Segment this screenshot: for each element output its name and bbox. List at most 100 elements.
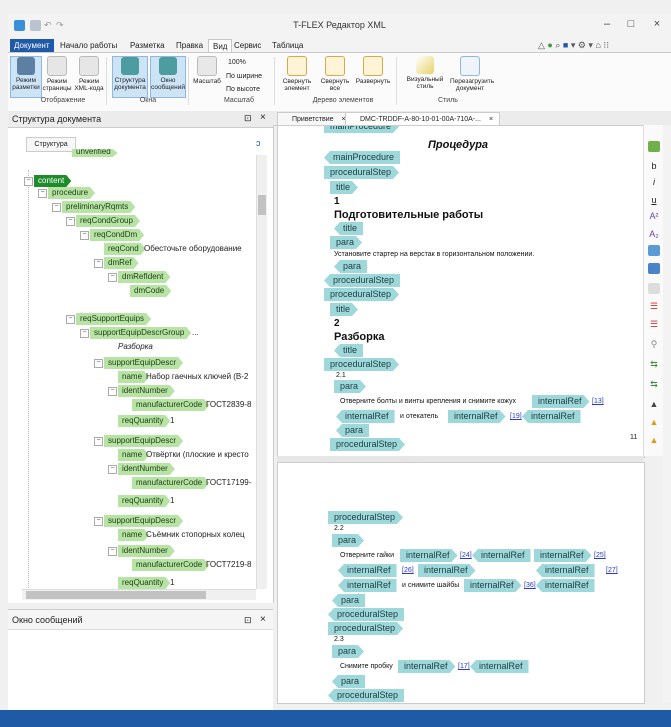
caution-icon[interactable]: ▲ — [648, 417, 660, 428]
collapse-toggle[interactable]: − — [94, 517, 103, 526]
tree-node[interactable]: unverified — [72, 149, 118, 157]
xml-tag[interactable]: para — [332, 675, 366, 688]
xml-tag[interactable]: proceduralStep — [324, 288, 399, 301]
tree-node-reqsupportequips[interactable]: reqSupportEquips — [76, 313, 151, 325]
doc-structure-button[interactable]: Структура документа — [112, 56, 148, 98]
tab-start[interactable]: Начало работы — [56, 39, 121, 52]
xml-tag[interactable]: title — [330, 303, 358, 316]
close-panel-icon[interactable]: × — [260, 112, 266, 123]
xml-tag[interactable]: proceduralStep — [328, 622, 403, 635]
tab-service[interactable]: Сервис — [230, 39, 265, 52]
tab-edit[interactable]: Правка — [172, 39, 207, 52]
xml-tag[interactable]: internalRef — [536, 564, 595, 577]
xml-editor-top[interactable]: mainProcedure Процедура mainProcedure pr… — [277, 125, 645, 458]
fit-width-button[interactable]: По ширине — [226, 73, 262, 80]
xml-tag[interactable]: internalRef — [532, 395, 590, 408]
collapse-toggle[interactable]: − — [66, 315, 75, 324]
xml-tag[interactable]: proceduralStep — [324, 358, 399, 371]
xml-mode-button[interactable]: Режим XML-кода — [74, 56, 104, 96]
xml-tag[interactable]: title — [334, 344, 364, 357]
xml-tag[interactable]: para — [334, 380, 366, 393]
tree-node-supportequipdescr[interactable]: supportEquipDescr — [104, 435, 183, 447]
xml-tag[interactable]: para — [334, 260, 368, 273]
expand-button[interactable]: Развернуть — [354, 56, 392, 96]
tree-node-reqconddm[interactable]: reqCondDm — [90, 229, 144, 241]
collapse-toggle[interactable]: − — [80, 231, 89, 240]
markup-mode-button[interactable]: Режим разметки — [10, 56, 42, 98]
editor-vertical-scrollbar[interactable] — [663, 125, 671, 702]
xml-tag[interactable]: proceduralStep — [324, 166, 399, 179]
tab-table[interactable]: Таблица — [268, 39, 307, 52]
collapse-toggle[interactable]: − — [108, 387, 117, 396]
visual-style-button[interactable]: Визуальный стиль — [406, 56, 444, 96]
link-ref-17[interactable]: [17] — [458, 663, 470, 670]
tab-document[interactable]: Документ — [10, 39, 54, 52]
link-ref-36[interactable]: [36] — [524, 582, 536, 589]
collapse-toggle[interactable]: − — [94, 359, 103, 368]
xml-tag[interactable]: internalRef — [336, 410, 395, 423]
link-ref-13[interactable]: [13] — [592, 398, 604, 405]
xml-tag[interactable]: proceduralStep — [324, 274, 401, 287]
tree-node-supportequipdescr[interactable]: supportEquipDescr — [104, 515, 183, 527]
table-icon[interactable] — [648, 263, 660, 274]
collapse-toggle[interactable]: − — [108, 273, 117, 282]
page-mode-button[interactable]: Режим страницы — [42, 56, 72, 96]
collapse-toggle[interactable]: − — [66, 217, 75, 226]
xml-tag[interactable]: para — [332, 594, 366, 607]
tree-node-supportequipdescrgroup[interactable]: supportEquipDescrGroup — [90, 327, 191, 339]
xml-tag[interactable]: internalRef — [536, 579, 595, 592]
link-ref-27[interactable]: [27] — [606, 567, 618, 574]
tab-welcome[interactable]: Приветствие × — [277, 112, 353, 126]
pin-icon[interactable]: ⊡ — [244, 113, 252, 124]
tree-node-identnumber[interactable]: identNumber — [118, 545, 175, 557]
tree-node-manufacturercode[interactable]: manufacturerCode — [132, 477, 209, 489]
subscript-icon[interactable]: A₂ — [648, 229, 660, 240]
xml-tag[interactable]: para — [332, 534, 364, 547]
numbered-list-icon[interactable]: ☰ — [648, 319, 660, 330]
tree-horizontal-scrollbar[interactable] — [22, 589, 256, 600]
xml-tag[interactable]: para — [332, 645, 364, 658]
close-button[interactable]: × — [648, 18, 666, 34]
collapse-toggle[interactable]: − — [94, 259, 103, 268]
superscript-icon[interactable]: A² — [648, 211, 660, 222]
xml-tag[interactable]: mainProcedure — [324, 151, 401, 164]
tree-node-manufacturercode[interactable]: manufacturerCode — [132, 399, 209, 411]
xml-tag[interactable]: internalRef — [534, 549, 592, 562]
xml-tag[interactable]: title — [334, 222, 364, 235]
tree-node-name[interactable]: name — [118, 529, 149, 541]
tree-settings-icon[interactable]: ↄ — [256, 138, 261, 148]
xml-tag[interactable]: internalRef — [338, 579, 397, 592]
tree-node-reqcond[interactable]: reqCond — [104, 243, 146, 255]
minimize-button[interactable]: – — [598, 18, 616, 34]
zoom-value[interactable]: 100% — [228, 59, 246, 66]
fit-height-button[interactable]: По высоте — [226, 86, 260, 93]
xml-tag[interactable]: proceduralStep — [328, 511, 403, 524]
scrollbar-thumb[interactable] — [258, 195, 266, 215]
xml-tag[interactable]: internalRef — [464, 579, 522, 592]
collapse-toggle[interactable]: − — [52, 203, 61, 212]
underline-icon[interactable]: u — [648, 195, 660, 206]
xml-tag[interactable]: proceduralStep — [328, 608, 405, 621]
link-icon[interactable]: ⚲ — [648, 339, 660, 350]
xml-tag[interactable]: internalRef — [400, 549, 458, 562]
xml-editor-bottom[interactable]: proceduralStep 2.2 para Отверните гайки … — [277, 462, 645, 704]
xml-tag[interactable]: internalRef — [472, 549, 531, 562]
close-tab-icon[interactable]: × — [489, 116, 493, 123]
collapse-toggle[interactable]: − — [24, 177, 33, 186]
image-icon[interactable] — [648, 245, 660, 256]
xml-tag[interactable]: internalRef — [338, 564, 397, 577]
xml-tag[interactable]: internalRef — [522, 410, 581, 423]
msg-window-button[interactable]: Окно сообщений — [150, 56, 186, 98]
collapse-toggle[interactable]: − — [108, 547, 117, 556]
pin-icon[interactable]: ⊡ — [244, 615, 252, 626]
list-icon[interactable] — [648, 283, 660, 294]
tree-node-reqquantity[interactable]: reqQuantity — [118, 415, 170, 427]
close-panel-icon[interactable]: × — [260, 614, 266, 625]
tab-markup[interactable]: Разметка — [126, 39, 169, 52]
collapse-toggle[interactable]: − — [94, 437, 103, 446]
maximize-button[interactable]: □ — [622, 18, 640, 34]
tree-node-dmcode[interactable]: dmCode — [130, 285, 171, 297]
bold-icon[interactable]: b — [648, 161, 660, 172]
xml-tag[interactable]: internalRef — [418, 564, 476, 577]
collapse-toggle[interactable]: − — [38, 189, 47, 198]
